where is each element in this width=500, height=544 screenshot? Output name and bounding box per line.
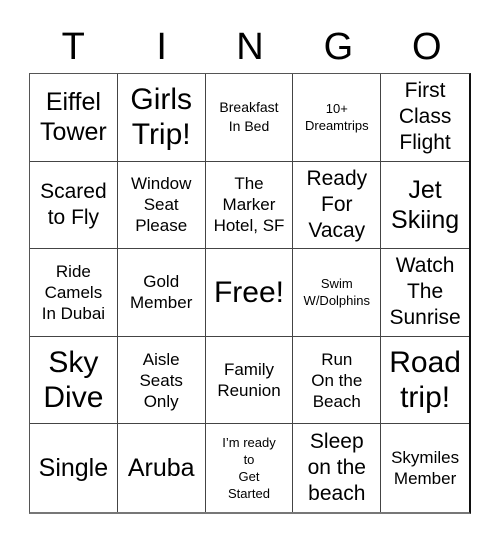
bingo-cell[interactable]: Road trip! xyxy=(381,337,469,425)
bingo-cell[interactable]: 10+ Dreamtrips xyxy=(293,74,382,162)
cell-label: Ride Camels In Dubai xyxy=(41,261,106,323)
cell-label: Eiffel Tower xyxy=(40,88,107,147)
cell-label: Ready For Vacay xyxy=(306,166,368,242)
bingo-cell[interactable]: Jet Skiing xyxy=(381,162,469,250)
cell-label: I’m ready to Get Started xyxy=(222,435,276,502)
cell-label: Sleep on the beach xyxy=(307,430,366,506)
bingo-cell[interactable]: Ready For Vacay xyxy=(293,161,382,250)
cell-label: The Marker Hotel, SF xyxy=(213,174,285,236)
bingo-cell[interactable]: Run On the Beach xyxy=(293,336,382,425)
bingo-cell[interactable]: Eiffel Tower xyxy=(30,74,118,162)
cell-label: Road trip! xyxy=(389,346,461,415)
bingo-cell[interactable]: Watch The Sunrise xyxy=(381,249,469,337)
bingo-grid: Eiffel Tower Girls Trip! Breakfast In Be… xyxy=(29,73,471,514)
cell-label: Breakfast In Bed xyxy=(219,99,279,135)
cell-label: Skymiles Member xyxy=(391,448,460,489)
bingo-cell[interactable]: First Class Flight xyxy=(381,74,469,162)
bingo-cell[interactable]: Breakfast In Bed xyxy=(205,74,294,162)
bingo-cell[interactable]: Girls Trip! xyxy=(117,74,206,162)
cell-label: Single xyxy=(38,454,109,483)
cell-label: Jet Skiing xyxy=(391,175,460,234)
cell-label: Family Reunion xyxy=(217,360,281,401)
cell-label: Girls Trip! xyxy=(130,83,193,152)
bingo-cell[interactable]: Scared to Fly xyxy=(30,161,118,250)
bingo-cell[interactable]: Ride Camels In Dubai xyxy=(30,249,118,337)
bingo-cell[interactable]: Swim W/Dolphins xyxy=(293,249,382,337)
cell-label: Run On the Beach xyxy=(311,349,363,411)
cell-label: Watch The Sunrise xyxy=(389,254,461,330)
cell-label: Aisle Seats Only xyxy=(139,349,183,411)
bingo-cell[interactable]: Sky Dive xyxy=(30,336,118,425)
header-letter-n: N xyxy=(236,26,264,68)
bingo-cell[interactable]: Gold Member xyxy=(117,249,206,337)
cell-label: Aruba xyxy=(127,454,195,483)
header-letter-t: T xyxy=(61,26,85,68)
bingo-cell[interactable]: Single xyxy=(30,424,118,512)
header-letter-g: G xyxy=(323,26,354,68)
bingo-cell[interactable]: The Marker Hotel, SF xyxy=(205,161,294,250)
bingo-cell[interactable]: Sleep on the beach xyxy=(293,424,382,512)
bingo-cell[interactable]: Aisle Seats Only xyxy=(117,336,206,425)
cell-label: Sky Dive xyxy=(43,346,104,415)
header-letter-i: I xyxy=(156,26,167,68)
free-space-cell[interactable]: Free! xyxy=(205,249,294,337)
bingo-cell[interactable]: I’m ready to Get Started xyxy=(206,424,294,512)
bingo-cell[interactable]: Aruba xyxy=(118,424,206,512)
cell-label: Window Seat Please xyxy=(130,174,192,236)
cell-label: Scared to Fly xyxy=(40,179,107,229)
cell-label: Gold Member xyxy=(130,272,193,313)
cell-label: 10+ Dreamtrips xyxy=(305,101,369,134)
cell-label: First Class Flight xyxy=(398,79,452,155)
bingo-header: T I N G O xyxy=(29,22,471,72)
cell-label: Free! xyxy=(213,275,284,309)
cell-label: Swim W/Dolphins xyxy=(303,276,371,309)
bingo-cell[interactable]: Window Seat Please xyxy=(117,161,206,250)
bingo-cell[interactable]: Skymiles Member xyxy=(381,424,469,512)
header-letter-o: O xyxy=(412,26,442,68)
bingo-cell[interactable]: Family Reunion xyxy=(205,336,294,425)
